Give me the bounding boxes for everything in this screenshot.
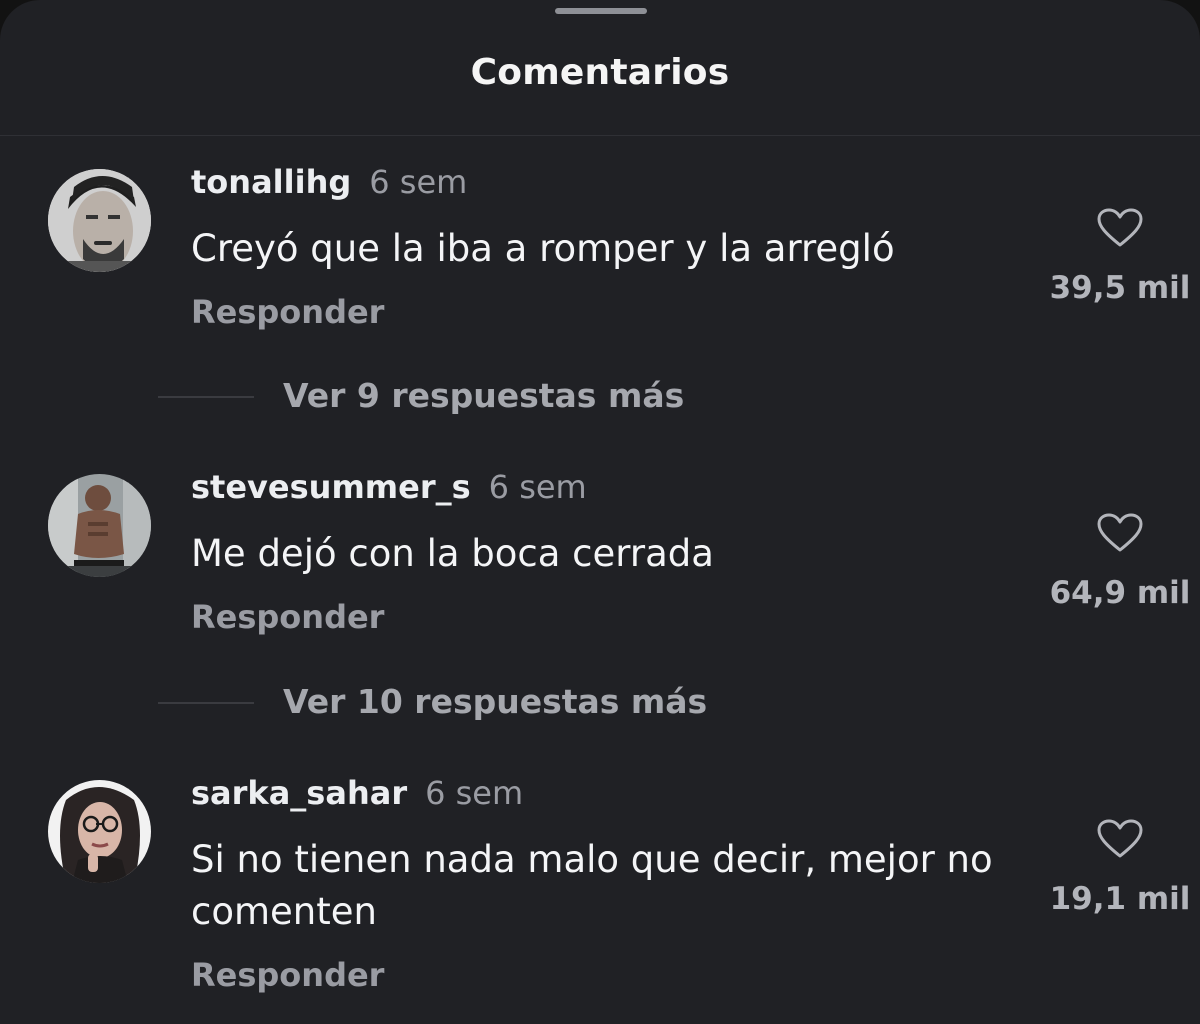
like-button[interactable]: 64,9 mil	[1030, 513, 1200, 611]
comments-header: Comentarios	[0, 0, 1200, 136]
replies-divider	[158, 396, 254, 398]
drag-handle[interactable]	[555, 8, 647, 14]
like-count: 19,1 mil	[1049, 881, 1191, 917]
avatar[interactable]	[48, 474, 151, 577]
view-replies-label[interactable]: Ver 10 respuestas más	[283, 682, 707, 721]
comment-text: Creyó que la iba a romper y la arregló	[191, 227, 895, 270]
heart-outline-icon	[1097, 819, 1143, 858]
heart-outline-icon	[1097, 208, 1143, 247]
timestamp: 6 sem	[425, 774, 524, 812]
reply-button[interactable]: Responder	[191, 956, 384, 994]
like-button[interactable]: 19,1 mil	[1030, 819, 1200, 917]
comment-text: Me dejó con la boca cerrada	[191, 532, 714, 575]
comments-sheet: Comentarios tonallihg 6 sem Creyó que la …	[0, 0, 1200, 1024]
username[interactable]: sarka_sahar	[191, 774, 407, 812]
like-button[interactable]: 39,5 mil	[1030, 208, 1200, 306]
comment-meta: stevesummer_s 6 sem	[191, 468, 587, 506]
comment-meta: sarka_sahar 6 sem	[191, 774, 523, 812]
avatar[interactable]	[48, 169, 151, 272]
timestamp: 6 sem	[488, 468, 587, 506]
like-count: 39,5 mil	[1049, 270, 1191, 306]
like-count: 64,9 mil	[1049, 575, 1191, 611]
reply-button[interactable]: Responder	[191, 293, 384, 331]
username[interactable]: stevesummer_s	[191, 468, 471, 506]
replies-divider	[158, 702, 254, 704]
avatar[interactable]	[48, 780, 151, 883]
heart-outline-icon	[1097, 513, 1143, 552]
view-replies-label[interactable]: Ver 9 respuestas más	[283, 376, 684, 415]
username[interactable]: tonallihg	[191, 163, 351, 201]
comment-text: Si no tienen nada malo que decir, mejor …	[191, 838, 993, 933]
comment-meta: tonallihg 6 sem	[191, 163, 467, 201]
reply-button[interactable]: Responder	[191, 598, 384, 636]
page-title: Comentarios	[470, 52, 730, 93]
timestamp: 6 sem	[369, 163, 468, 201]
